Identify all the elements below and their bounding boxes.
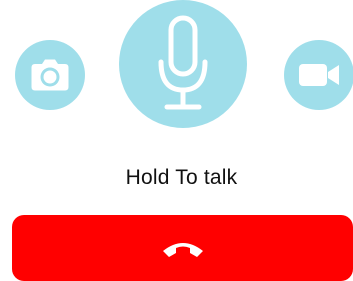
hold-to-talk-label: Hold To talk (125, 166, 238, 189)
video-call-button[interactable] (284, 40, 353, 110)
phone-hangup-icon (162, 243, 203, 257)
hang-up-button[interactable] (12, 215, 353, 281)
camera-button[interactable] (15, 40, 85, 110)
microphone-icon (158, 15, 208, 110)
video-camera-icon (299, 64, 339, 86)
camera-icon (31, 59, 69, 91)
microphone-button[interactable] (119, 0, 247, 128)
